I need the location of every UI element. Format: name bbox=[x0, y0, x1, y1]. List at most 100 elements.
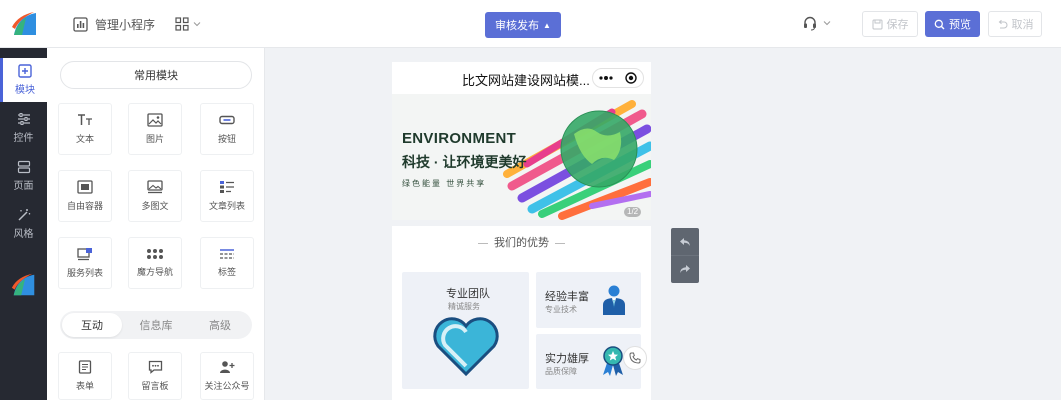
pages-icon bbox=[17, 160, 30, 174]
article-list-icon bbox=[220, 181, 234, 193]
card-title: 专业团队 bbox=[446, 288, 490, 300]
sliders-icon bbox=[17, 113, 30, 125]
module-message-board[interactable]: 留言板 bbox=[128, 352, 182, 400]
headset-icon bbox=[804, 16, 816, 31]
phone-icon bbox=[629, 352, 641, 364]
module-tag[interactable]: 标签 bbox=[200, 237, 254, 289]
module-panel: 常用模块 文本 图片 按钮 自由容器 多图文 文章列表 服务列表 魔方导航 标签… bbox=[47, 48, 265, 400]
module-label: 标签 bbox=[217, 267, 236, 277]
support-dropdown[interactable] bbox=[802, 15, 831, 31]
tab-interactive[interactable]: 互动 bbox=[62, 313, 122, 337]
brand-logo bbox=[11, 273, 35, 296]
close-circle-icon bbox=[625, 72, 637, 84]
multi-image-icon bbox=[147, 180, 163, 194]
advantage-card-team[interactable]: 专业团队 精诚服务 bbox=[402, 272, 529, 389]
form-icon bbox=[78, 360, 92, 374]
module-free-container[interactable]: 自由容器 bbox=[58, 170, 112, 222]
phone-preview: 比文网站建设网站模... ENVIRONMENT 科技 · 让环境更美好 绿色能… bbox=[392, 62, 651, 400]
search-icon bbox=[934, 19, 945, 29]
publish-label: 审核发布 bbox=[495, 20, 540, 32]
grid-nav-icon bbox=[147, 249, 163, 259]
page-title: 比文网站建设网站模... bbox=[462, 73, 590, 88]
manage-miniprogram-button[interactable]: 管理小程序 bbox=[73, 0, 155, 48]
module-form[interactable]: 表单 bbox=[58, 352, 112, 400]
step-back-button[interactable] bbox=[671, 228, 699, 255]
card-subtitle: 精诚服务 bbox=[448, 302, 480, 311]
title-line bbox=[478, 242, 488, 244]
redo-arrow-icon bbox=[680, 265, 690, 273]
section-title-text: 我们的优势 bbox=[494, 237, 549, 249]
save-label: 保存 bbox=[886, 19, 909, 31]
container-icon bbox=[77, 180, 93, 194]
image-icon bbox=[147, 113, 163, 127]
module-article-list[interactable]: 文章列表 bbox=[200, 170, 254, 222]
heart-icon bbox=[433, 317, 499, 377]
top-bar: 管理小程序 审核发布 ▲ 保存 预览 取消 bbox=[0, 0, 1061, 48]
module-label: 图片 bbox=[145, 134, 164, 144]
module-label: 文章列表 bbox=[208, 201, 245, 211]
module-label: 多图文 bbox=[141, 201, 169, 211]
module-label: 留言板 bbox=[141, 381, 169, 391]
preview-label: 预览 bbox=[949, 19, 971, 31]
rail-item-label: 模块 bbox=[15, 85, 35, 96]
module-button[interactable]: 按钮 bbox=[200, 103, 254, 155]
module-grid-nav[interactable]: 魔方导航 bbox=[128, 237, 182, 289]
title-line bbox=[555, 242, 565, 244]
module-label: 自由容器 bbox=[66, 201, 103, 211]
card-subtitle: 专业技术 bbox=[545, 305, 577, 314]
publish-review-button[interactable]: 审核发布 ▲ bbox=[485, 12, 561, 38]
tab-info-library[interactable]: 信息库 bbox=[126, 313, 186, 337]
undo-label: 取消 bbox=[1011, 19, 1034, 31]
caret-up-icon: ▲ bbox=[543, 20, 551, 30]
module-label: 文本 bbox=[75, 134, 94, 144]
common-modules-label: 常用模块 bbox=[134, 70, 178, 82]
preview-button[interactable]: 预览 bbox=[925, 11, 980, 37]
module-service-list[interactable]: 服务列表 bbox=[58, 237, 112, 289]
module-label: 按钮 bbox=[217, 134, 236, 144]
button-icon bbox=[219, 115, 235, 125]
rail-item-pages[interactable]: 页面 bbox=[0, 154, 47, 198]
apps-dropdown[interactable] bbox=[175, 0, 208, 48]
phone-call-button[interactable] bbox=[623, 346, 647, 370]
section-divider bbox=[392, 220, 651, 226]
manage-miniprogram-label: 管理小程序 bbox=[95, 17, 156, 32]
chevron-down-icon bbox=[823, 21, 831, 26]
module-multi-image-text[interactable]: 多图文 bbox=[128, 170, 182, 222]
tab-advanced[interactable]: 高级 bbox=[190, 313, 250, 337]
businessman-icon bbox=[603, 285, 625, 315]
undo-button[interactable]: 取消 bbox=[988, 11, 1042, 37]
card-title: 实力雄厚 bbox=[545, 353, 589, 365]
rail-item-label: 控件 bbox=[13, 133, 34, 144]
rail-item-label: 页面 bbox=[13, 181, 34, 192]
section-title: 我们的优势 bbox=[392, 234, 651, 250]
module-image[interactable]: 图片 bbox=[128, 103, 182, 155]
module-label: 关注公众号 bbox=[204, 381, 250, 391]
rail-item-modules[interactable]: 模块 bbox=[0, 58, 47, 102]
advantage-card-experience[interactable]: 经验丰富 专业技术 bbox=[536, 272, 641, 328]
card-title: 经验丰富 bbox=[545, 291, 589, 303]
rail-item-controls[interactable]: 控件 bbox=[0, 106, 47, 150]
banner-carousel[interactable]: ENVIRONMENT 科技 · 让环境更美好 绿色能量 世界共享 1/2 bbox=[392, 94, 651, 220]
common-modules-header[interactable]: 常用模块 bbox=[60, 61, 252, 89]
undo-icon bbox=[998, 19, 1007, 29]
module-follow-account[interactable]: 关注公众号 bbox=[200, 352, 254, 400]
service-list-icon bbox=[77, 248, 92, 261]
chevron-down-icon bbox=[193, 22, 201, 27]
award-badge-icon bbox=[603, 346, 623, 376]
more-icon bbox=[599, 76, 613, 80]
miniprogram-capsule[interactable] bbox=[592, 68, 644, 88]
module-category-tabs: 互动 信息库 高级 bbox=[60, 311, 252, 339]
plus-square-icon bbox=[18, 64, 32, 78]
step-forward-button[interactable] bbox=[671, 255, 699, 282]
chart-icon bbox=[73, 16, 88, 32]
banner-title-en: ENVIRONMENT bbox=[402, 130, 517, 147]
module-label: 表单 bbox=[75, 381, 94, 391]
app-logo[interactable] bbox=[10, 9, 40, 39]
rail-item-style[interactable]: 风格 bbox=[0, 202, 47, 246]
undo-arrow-icon bbox=[680, 237, 690, 246]
tag-icon bbox=[220, 249, 234, 259]
text-icon bbox=[78, 114, 92, 125]
save-button[interactable]: 保存 bbox=[862, 11, 918, 37]
module-text[interactable]: 文本 bbox=[58, 103, 112, 155]
carousel-pager: 1/2 bbox=[624, 207, 642, 217]
